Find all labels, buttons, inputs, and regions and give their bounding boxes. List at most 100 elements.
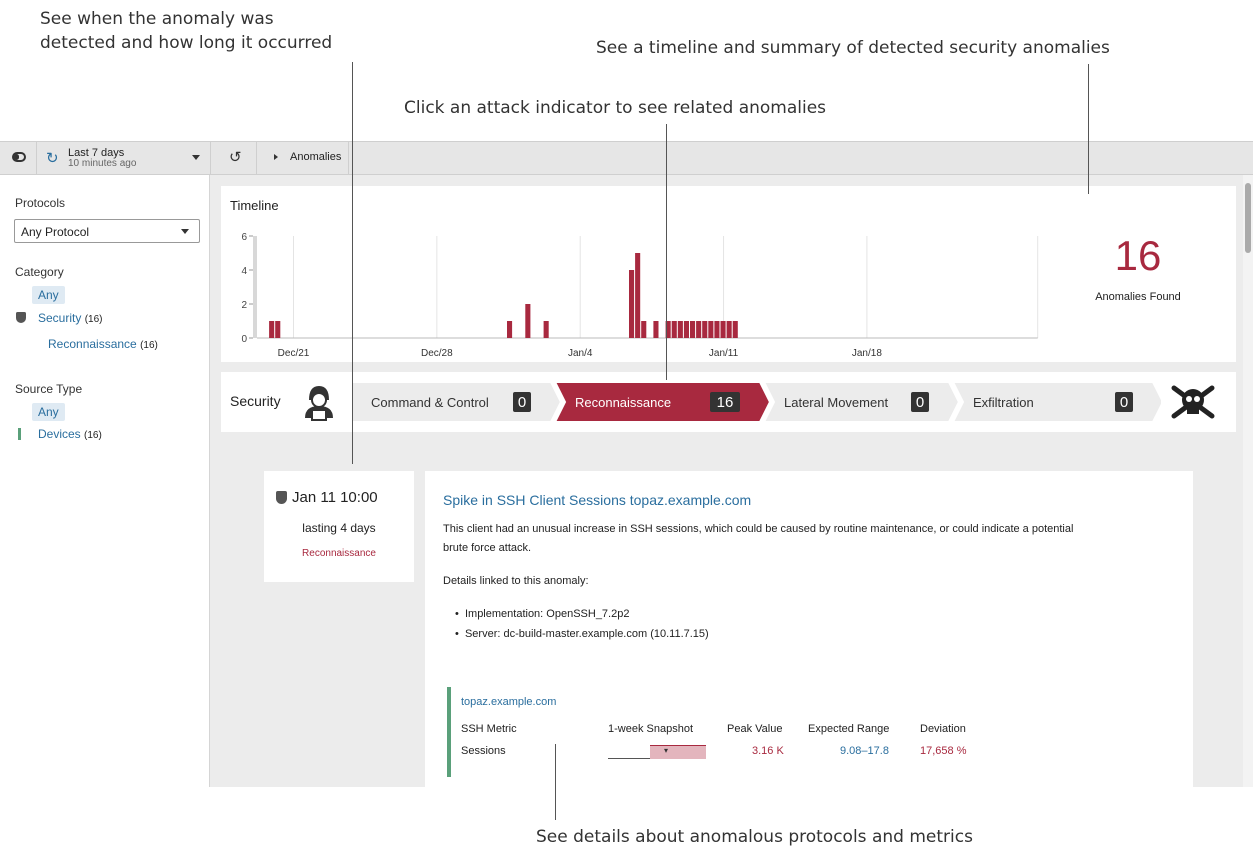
timeline-bar bbox=[696, 321, 702, 338]
detection-time: Jan 11 10:00 bbox=[292, 489, 378, 506]
time-range-selector[interactable]: Last 7 days 10 minutes ago bbox=[68, 147, 200, 171]
attack-chain: Security Command & Control 0 Reconnaissanc… bbox=[221, 372, 1236, 432]
callout-line-details bbox=[555, 744, 556, 820]
deviation-header: Deviation bbox=[920, 723, 966, 735]
top-bar: ↻ Last 7 days 10 minutes ago ↺ Anomalies bbox=[0, 142, 1253, 175]
devices-label: Devices bbox=[38, 427, 81, 441]
attack-stage-count: 16 bbox=[717, 394, 734, 411]
history-icon[interactable]: ↺ bbox=[229, 148, 242, 166]
callout-timeline: See a timeline and summary of detected s… bbox=[596, 38, 1110, 58]
shield-icon bbox=[276, 491, 287, 504]
callout-detection-2: detected and how long it occurred bbox=[40, 33, 333, 53]
shield-icon bbox=[16, 312, 26, 323]
timeline-card: Timeline 6 4 2 0 Dec/21 Dec/28 Jan/4 Jan/11 Jan/… bbox=[221, 186, 1236, 362]
timeline-bar bbox=[677, 321, 683, 338]
x-tick-label: Jan/4 bbox=[568, 348, 593, 356]
deviation-value: 17,658 % bbox=[920, 745, 967, 757]
timeline-bar bbox=[708, 321, 714, 338]
anomaly-description: This client had an unusual increase in S… bbox=[443, 523, 1074, 535]
detection-category: Reconnaissance bbox=[302, 548, 376, 559]
y-tick-label: 4 bbox=[241, 266, 247, 277]
security-count: (16) bbox=[84, 314, 103, 325]
callout-attack-indicator: Click an attack indicator to see related… bbox=[404, 98, 827, 118]
timeline-bar bbox=[275, 321, 281, 338]
x-tick-label: Dec/21 bbox=[278, 348, 310, 356]
refresh-icon[interactable]: ↻ bbox=[46, 149, 59, 167]
device-color-bar bbox=[447, 687, 451, 777]
protocol-select-value: Any Protocol bbox=[21, 225, 90, 239]
anomalies-count: 16 bbox=[1114, 232, 1162, 279]
timeline-bar bbox=[671, 321, 677, 338]
details-label: Details linked to this anomaly: bbox=[443, 575, 589, 587]
callout-details: See details about anomalous protocols an… bbox=[536, 827, 973, 847]
detail-item-implementation: • Implementation: OpenSSH_7.2p2 bbox=[455, 608, 630, 620]
toggle-icon[interactable] bbox=[12, 152, 26, 162]
anomaly-description-2: brute force attack. bbox=[443, 542, 532, 554]
timeline-title: Timeline bbox=[230, 198, 279, 213]
timeline-bar bbox=[641, 321, 647, 338]
timeline-bar bbox=[690, 321, 696, 338]
hacker-icon bbox=[301, 382, 337, 422]
x-tick-label: Jan/11 bbox=[709, 348, 739, 356]
detection-duration: lasting 4 days bbox=[302, 521, 376, 535]
anomaly-details-card: Spike in SSH Client Sessions topaz.examp… bbox=[425, 471, 1193, 787]
x-tick-label: Dec/28 bbox=[421, 348, 453, 356]
category-any-chip[interactable]: Any bbox=[32, 286, 65, 304]
anomaly-title[interactable]: Spike in SSH Client Sessions topaz.examp… bbox=[443, 492, 751, 508]
attack-chain-title: Security bbox=[230, 393, 281, 409]
timeline-svg: 6 4 2 0 Dec/21 Dec/28 Jan/4 Jan/11 Jan/18 bbox=[241, 232, 1039, 359]
attack-stage-count: 0 bbox=[916, 394, 924, 411]
timeline-bar bbox=[507, 321, 513, 338]
category-heading: Category bbox=[15, 265, 64, 279]
anomalies-found-label: Anomalies Found bbox=[1095, 291, 1181, 303]
protocol-select[interactable]: Any Protocol bbox=[14, 219, 200, 243]
security-label: Security bbox=[38, 311, 82, 325]
timeline-bar bbox=[543, 321, 549, 338]
timeline-bar bbox=[720, 321, 726, 338]
callout-detection-1: See when the anomaly was bbox=[40, 9, 274, 29]
sidebar-item-reconnaissance[interactable]: Reconnaissance (16) bbox=[48, 337, 158, 351]
scrollbar-thumb[interactable] bbox=[1245, 183, 1251, 253]
attack-stage-count: 0 bbox=[518, 394, 526, 411]
callout-line-timeline bbox=[1088, 64, 1089, 194]
timeline-bar bbox=[702, 321, 708, 338]
timeline-bar bbox=[525, 304, 531, 338]
timeline-bar bbox=[714, 321, 720, 338]
x-tick-label: Jan/18 bbox=[852, 348, 882, 356]
snapshot-sparkline[interactable]: ▾ bbox=[608, 742, 708, 760]
attack-stage-label: Lateral Movement bbox=[784, 395, 888, 410]
timeline-bar bbox=[629, 270, 635, 338]
range-header: Expected Range bbox=[808, 723, 890, 735]
breadcrumb-anomalies[interactable]: Anomalies bbox=[290, 151, 341, 163]
attack-chain-stages: Command & Control 0 Reconnaissance 16 Latera… bbox=[351, 382, 1161, 422]
time-updated-label: 10 minutes ago bbox=[68, 158, 137, 169]
recon-count: (16) bbox=[140, 340, 158, 351]
main-scrollbar[interactable] bbox=[1243, 175, 1253, 787]
metric-header: SSH Metric bbox=[461, 723, 517, 735]
timeline-bar bbox=[653, 321, 659, 338]
attack-stage-label: Reconnaissance bbox=[575, 395, 671, 410]
expected-range: 9.08–17.8 bbox=[840, 745, 889, 757]
source-any-chip[interactable]: Any bbox=[32, 403, 65, 421]
metric-name: Sessions bbox=[461, 745, 506, 757]
snapshot-header: 1-week Snapshot bbox=[608, 723, 693, 735]
callout-line-detection bbox=[352, 62, 353, 464]
app-window: ↻ Last 7 days 10 minutes ago ↺ Anomalies… bbox=[0, 141, 1253, 787]
skull-crossbones-icon bbox=[1168, 384, 1218, 420]
timeline-bar bbox=[726, 321, 732, 338]
sidebar-item-devices[interactable]: Devices (16) bbox=[38, 427, 102, 441]
callout-line-attack bbox=[666, 124, 667, 380]
sidebar-item-security[interactable]: Security (16) bbox=[38, 311, 103, 325]
detail-item-server: • Server: dc-build-master.example.com (1… bbox=[455, 628, 709, 640]
detection-card: Jan 11 10:00 lasting 4 days Reconnaissan… bbox=[264, 471, 414, 582]
timeline-bar bbox=[635, 253, 641, 338]
main-content: Timeline 6 4 2 0 Dec/21 Dec/28 Jan/4 Jan/11 Jan/… bbox=[210, 175, 1253, 787]
timeline-chart[interactable]: 6 4 2 0 Dec/21 Dec/28 Jan/4 Jan/11 Jan/18 bbox=[221, 216, 1041, 359]
timeline-range-indicator bbox=[253, 236, 257, 338]
timeline-bar bbox=[269, 321, 275, 338]
devices-count: (16) bbox=[84, 430, 102, 441]
recon-label: Reconnaissance bbox=[48, 337, 137, 351]
device-link[interactable]: topaz.example.com bbox=[461, 696, 556, 708]
chevron-down-icon bbox=[192, 155, 200, 160]
attack-stage-label: Exfiltration bbox=[973, 395, 1034, 410]
